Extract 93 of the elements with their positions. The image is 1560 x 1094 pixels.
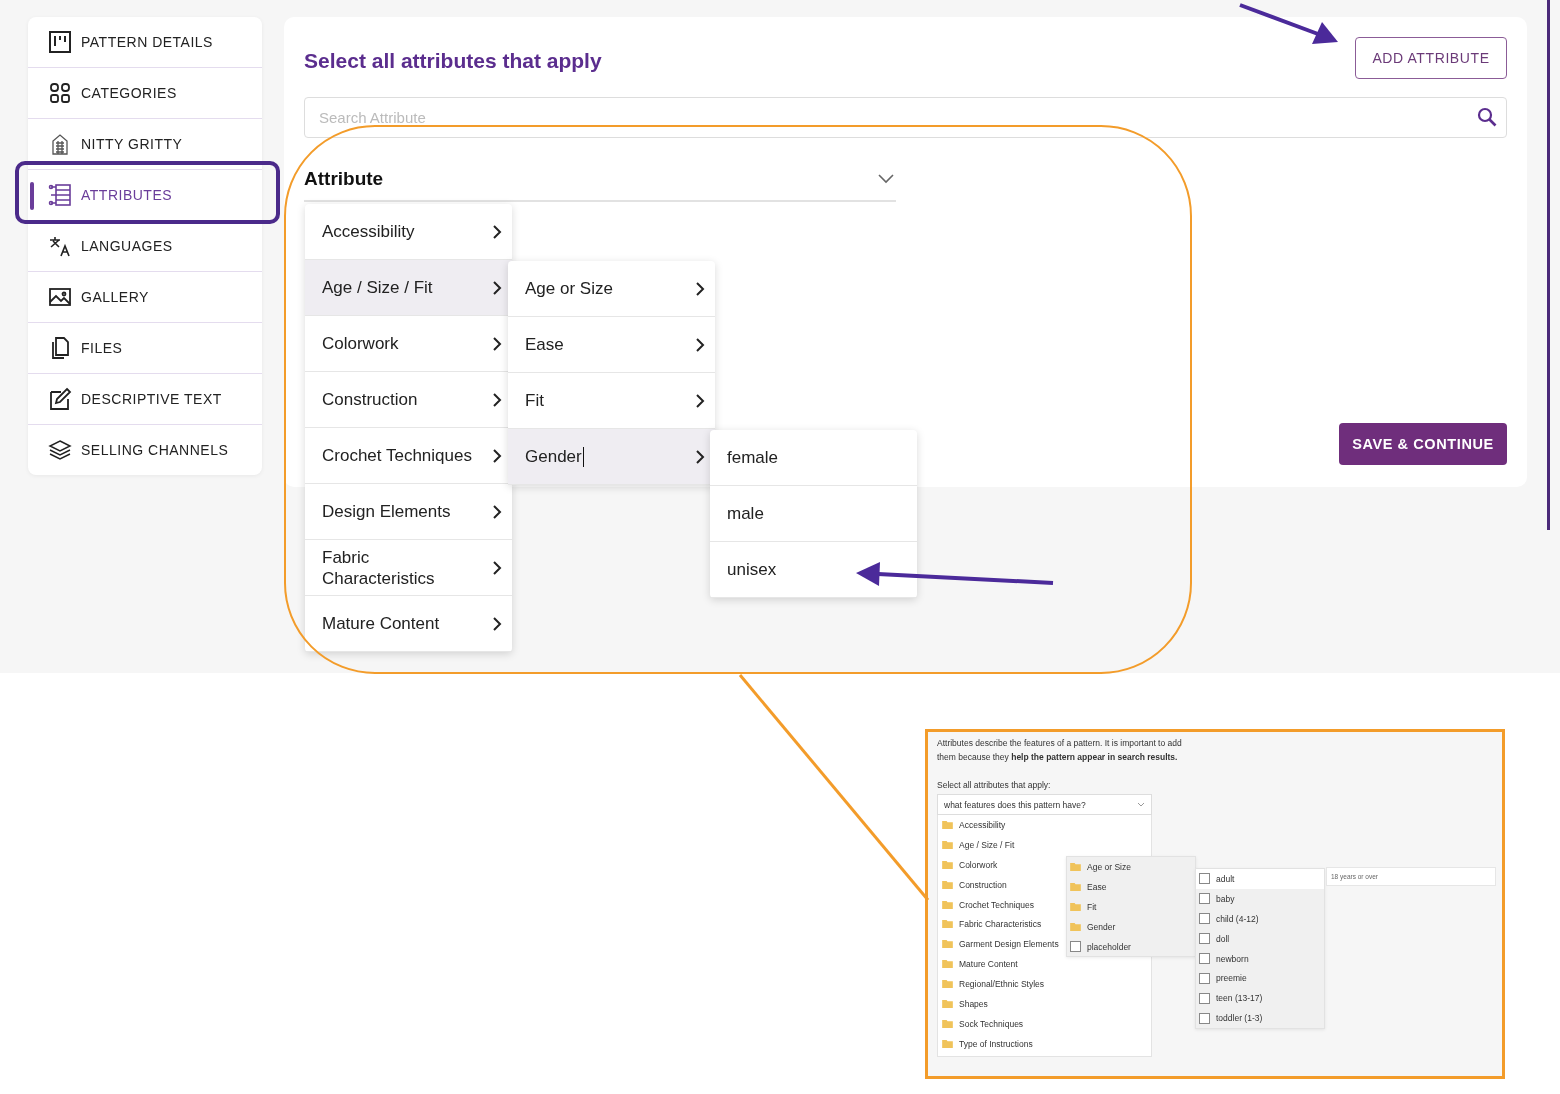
sidebar-item[interactable]: PATTERN DETAILS bbox=[28, 17, 262, 68]
grid-icon bbox=[48, 81, 72, 105]
sidebar-item[interactable]: CATEGORIES bbox=[28, 68, 262, 119]
edit-icon bbox=[48, 387, 72, 411]
option-item[interactable]: child (4-12) bbox=[1196, 908, 1324, 929]
translate-icon bbox=[48, 234, 72, 258]
chevron-right-icon bbox=[695, 448, 705, 465]
menu-item[interactable]: Age or Size bbox=[508, 261, 715, 317]
folder-icon bbox=[942, 880, 953, 889]
subcategory-item[interactable]: Gender bbox=[1067, 916, 1195, 937]
subcategory-item[interactable]: Age or Size bbox=[1067, 857, 1195, 877]
option-item[interactable]: doll bbox=[1196, 928, 1324, 949]
sidebar-item[interactable]: DESCRIPTIVE TEXT bbox=[28, 374, 262, 425]
checkbox[interactable] bbox=[1199, 1012, 1210, 1024]
list-icon bbox=[48, 183, 72, 207]
subcategory-item[interactable]: Fit bbox=[1067, 896, 1195, 917]
checkbox[interactable] bbox=[1070, 941, 1081, 952]
folder-icon bbox=[942, 1039, 953, 1048]
checkbox[interactable] bbox=[1199, 933, 1210, 945]
folder-icon bbox=[942, 1019, 953, 1028]
checkbox[interactable] bbox=[1199, 953, 1210, 964]
chevron-right-icon bbox=[492, 335, 502, 352]
folder-icon bbox=[1070, 902, 1081, 911]
category-item[interactable]: Age / Size / Fit bbox=[938, 834, 1151, 855]
option-item[interactable]: teen (13-17) bbox=[1196, 988, 1324, 1009]
board-icon bbox=[48, 30, 72, 54]
features-select[interactable]: what features does this pattern have? bbox=[937, 794, 1152, 815]
menu-item[interactable]: Gender bbox=[508, 429, 715, 485]
chevron-down-icon bbox=[878, 174, 894, 184]
chevron-right-icon bbox=[492, 615, 502, 632]
folder-icon bbox=[942, 940, 953, 949]
chevron-right-icon bbox=[492, 279, 502, 296]
folder-icon bbox=[942, 840, 953, 849]
sidebar-item[interactable]: ATTRIBUTES bbox=[28, 170, 262, 221]
subcategory-item[interactable]: placeholder bbox=[1067, 936, 1195, 957]
intro-text: Attributes describe the features of a pattern. It is important to add them because they help the pattern appear in search results. bbox=[937, 737, 1183, 764]
folder-icon bbox=[1070, 922, 1081, 931]
chevron-right-icon bbox=[695, 280, 705, 297]
checkbox[interactable] bbox=[1199, 913, 1210, 925]
menu-item[interactable]: Ease bbox=[508, 317, 715, 373]
category-item[interactable]: Shapes bbox=[938, 994, 1151, 1014]
chevron-right-icon bbox=[492, 391, 502, 408]
folder-icon bbox=[942, 860, 953, 869]
image-icon bbox=[48, 285, 72, 309]
folder-icon bbox=[1070, 862, 1081, 871]
section-title: Select all attributes that apply bbox=[304, 49, 602, 73]
chevron-right-icon bbox=[492, 223, 502, 240]
add-attribute-button[interactable]: ADD ATTRIBUTE bbox=[1355, 37, 1507, 79]
save-continue-button[interactable]: SAVE & CONTINUE bbox=[1339, 423, 1507, 465]
attribute-dropdown[interactable]: Attribute bbox=[304, 158, 896, 202]
search-icon bbox=[1477, 107, 1497, 127]
chevron-right-icon bbox=[492, 559, 502, 576]
subcategory-item[interactable]: Ease bbox=[1067, 876, 1195, 897]
folder-icon bbox=[942, 980, 953, 989]
option-item[interactable]: baby bbox=[1196, 888, 1324, 909]
category-item[interactable]: Mature Content bbox=[938, 954, 1151, 975]
option-item[interactable]: preemie bbox=[1196, 968, 1324, 989]
option-item[interactable]: adult bbox=[1196, 869, 1324, 889]
folder-icon bbox=[942, 900, 953, 909]
menu-item[interactable]: Mature Content bbox=[305, 596, 512, 652]
category-item[interactable]: Regional/Ethnic Styles bbox=[938, 974, 1151, 994]
checkbox[interactable] bbox=[1199, 893, 1210, 905]
menu-item[interactable]: Age / Size / Fit bbox=[305, 260, 512, 316]
menu-item[interactable]: male bbox=[710, 486, 917, 542]
chevron-right-icon bbox=[695, 336, 705, 353]
chevron-right-icon bbox=[492, 447, 502, 464]
option-item[interactable]: toddler (1-3) bbox=[1196, 1008, 1324, 1029]
category-item[interactable]: Type of Instructions bbox=[938, 1033, 1151, 1054]
folder-icon bbox=[1070, 882, 1081, 891]
layers-icon bbox=[48, 438, 72, 462]
folder-icon bbox=[942, 999, 953, 1008]
checkbox[interactable] bbox=[1199, 972, 1210, 984]
sidebar-item[interactable]: FILES bbox=[28, 323, 262, 374]
category-item[interactable]: Sock Techniques bbox=[938, 1013, 1151, 1034]
chevron-right-icon bbox=[695, 392, 705, 409]
prompt-text: Select all attributes that apply: bbox=[937, 780, 1052, 790]
checkbox[interactable] bbox=[1199, 873, 1210, 885]
checkbox[interactable] bbox=[1199, 992, 1210, 1004]
sidebar-item[interactable]: LANGUAGES bbox=[28, 221, 262, 272]
folder-icon bbox=[942, 960, 953, 969]
option-item[interactable]: newborn bbox=[1196, 948, 1324, 969]
sidebar-item[interactable]: NITTY GRITTY bbox=[28, 119, 262, 170]
chevron-right-icon bbox=[492, 503, 502, 520]
category-item[interactable]: Accessibility bbox=[938, 815, 1151, 835]
folder-icon bbox=[942, 920, 953, 929]
menu-item[interactable]: female bbox=[710, 430, 917, 486]
menu-item[interactable]: Fabric Characteristics bbox=[305, 540, 512, 596]
menu-item[interactable]: Design Elements bbox=[305, 484, 512, 540]
sidebar-item[interactable]: GALLERY bbox=[28, 272, 262, 323]
search-field[interactable]: Search Attribute bbox=[304, 97, 1507, 138]
folder-icon bbox=[942, 820, 953, 829]
sidebar-item[interactable]: SELLING CHANNELS bbox=[28, 425, 262, 475]
chevron-down-icon bbox=[1137, 802, 1145, 807]
